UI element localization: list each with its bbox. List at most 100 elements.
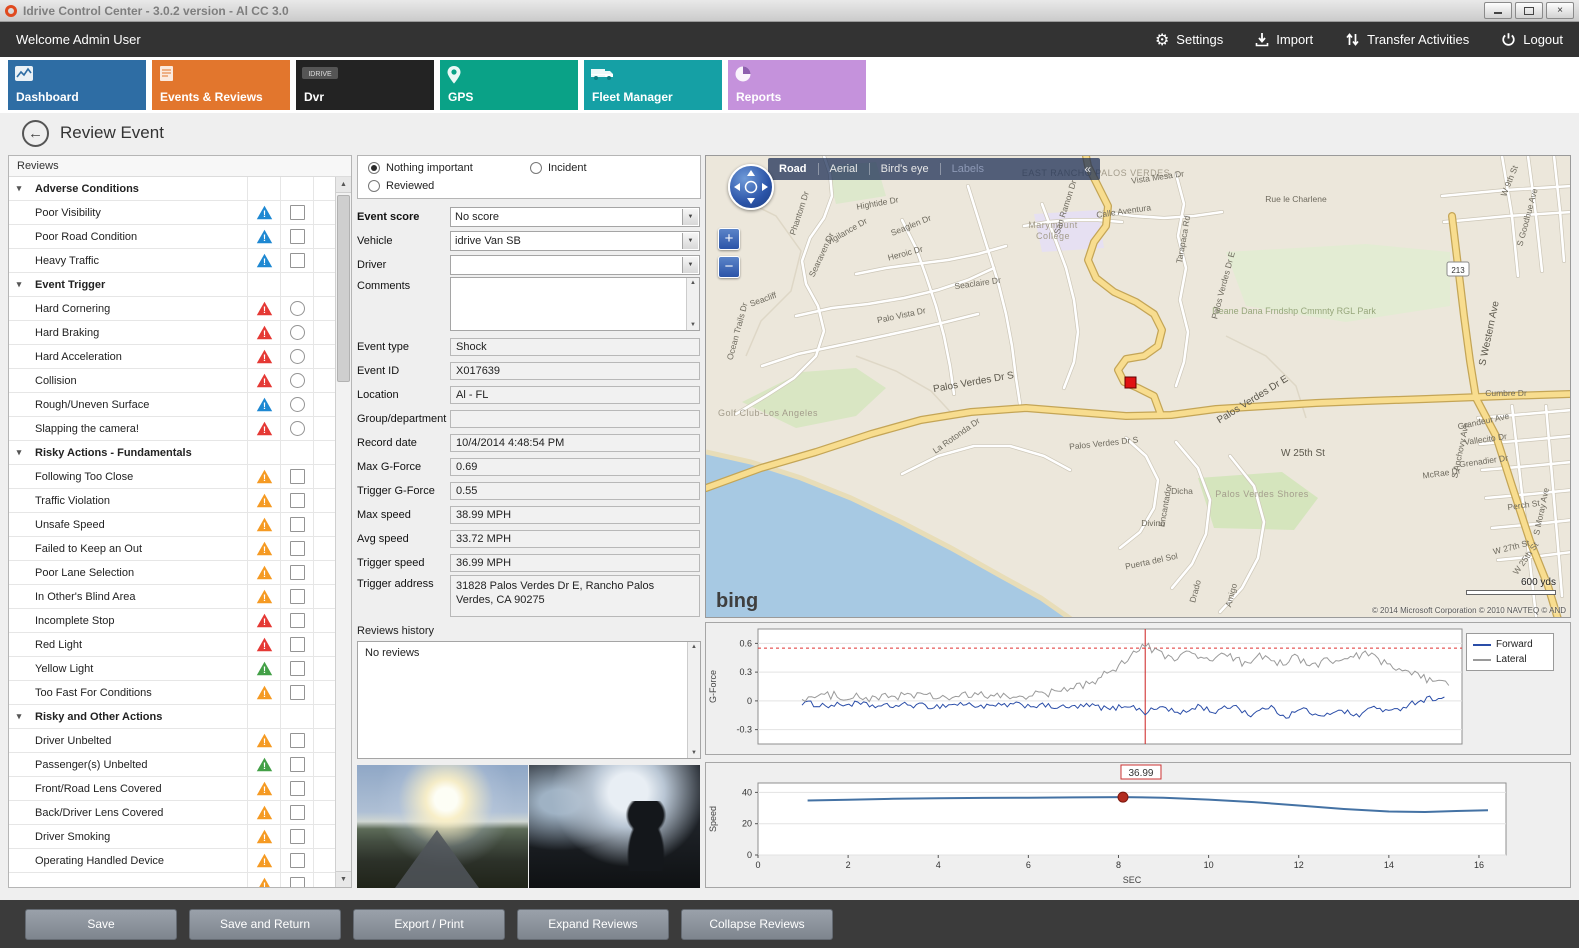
back-button[interactable]: ← xyxy=(22,120,49,147)
settings-button[interactable]: ⚙Settings xyxy=(1155,32,1223,48)
review-checkbox[interactable] xyxy=(290,253,305,268)
review-item[interactable]: Operating Handled Device! xyxy=(9,849,335,873)
review-checkbox[interactable] xyxy=(290,205,305,220)
event-score-select[interactable]: No score▼ xyxy=(450,207,700,227)
close-button[interactable]: × xyxy=(1546,2,1574,19)
review-item[interactable]: Following Too Close! xyxy=(9,465,335,489)
review-checkbox[interactable] xyxy=(290,469,305,484)
review-item[interactable]: Poor Road Condition! xyxy=(9,225,335,249)
review-checkbox[interactable] xyxy=(290,829,305,844)
review-group[interactable]: ▾Event Trigger xyxy=(9,273,335,297)
maximize-button[interactable] xyxy=(1515,2,1543,19)
review-checkbox[interactable] xyxy=(290,565,305,580)
scroll-down-icon[interactable]: ▼ xyxy=(336,871,351,887)
map-compass-control[interactable] xyxy=(728,164,774,210)
review-item[interactable]: Driver Unbelted! xyxy=(9,729,335,753)
review-item[interactable]: Red Light! xyxy=(9,633,335,657)
review-item[interactable]: Front/Road Lens Covered! xyxy=(9,777,335,801)
map-canvas[interactable]: EAST RANCHO PALOS VERDESMarymountCollege… xyxy=(706,156,1571,618)
review-item[interactable]: Incomplete Stop! xyxy=(9,609,335,633)
review-item[interactable]: Slapping the camera!! xyxy=(9,417,335,441)
review-item[interactable]: Poor Visibility! xyxy=(9,201,335,225)
logout-button[interactable]: Logout xyxy=(1501,32,1563,47)
history-scrollbar[interactable]: ▲▼ xyxy=(687,642,700,758)
review-item[interactable]: Back/Driver Lens Covered! xyxy=(9,801,335,825)
driver-select[interactable]: ▼ xyxy=(450,255,700,275)
scrollbar-thumb[interactable] xyxy=(337,195,350,382)
review-item[interactable]: ! xyxy=(9,873,335,887)
save-and-return-button[interactable]: Save and Return xyxy=(189,909,341,940)
review-checkbox[interactable] xyxy=(290,853,305,868)
chevron-down-icon[interactable]: ▼ xyxy=(682,233,698,249)
review-checkbox[interactable] xyxy=(290,517,305,532)
front-camera-thumbnail[interactable] xyxy=(357,765,528,888)
chevron-down-icon[interactable]: ▾ xyxy=(9,447,29,458)
zoom-out-button[interactable]: − xyxy=(718,256,740,278)
import-button[interactable]: Import xyxy=(1255,32,1313,47)
review-checkbox[interactable] xyxy=(290,685,305,700)
review-item[interactable]: In Other's Blind Area! xyxy=(9,585,335,609)
review-radio[interactable] xyxy=(290,349,305,364)
transfer-activities-button[interactable]: Transfer Activities xyxy=(1345,32,1469,47)
review-item[interactable]: Unsafe Speed! xyxy=(9,513,335,537)
review-item[interactable]: Poor Lane Selection! xyxy=(9,561,335,585)
review-checkbox[interactable] xyxy=(290,541,305,556)
review-item[interactable]: Hard Braking! xyxy=(9,321,335,345)
collapse-reviews-button[interactable]: Collapse Reviews xyxy=(681,909,833,940)
tab-dashboard[interactable]: Dashboard xyxy=(8,60,146,110)
driver-camera-thumbnail[interactable] xyxy=(529,765,700,888)
scroll-up-icon[interactable]: ▲ xyxy=(336,177,351,193)
tab-dvr[interactable]: IDRIVEDvr xyxy=(296,60,434,110)
minimize-button[interactable] xyxy=(1484,2,1512,19)
export-print-button[interactable]: Export / Print xyxy=(353,909,505,940)
comments-textarea[interactable]: ▲▼ xyxy=(450,277,700,331)
expand-reviews-button[interactable]: Expand Reviews xyxy=(517,909,669,940)
chevron-down-icon[interactable]: ▼ xyxy=(682,257,698,273)
collapse-map-menu-button[interactable]: « xyxy=(1075,162,1100,176)
review-radio[interactable] xyxy=(290,301,305,316)
review-item[interactable]: Rough/Uneven Surface! xyxy=(9,393,335,417)
tab-reports[interactable]: Reports xyxy=(728,60,866,110)
review-checkbox[interactable] xyxy=(290,733,305,748)
review-checkbox[interactable] xyxy=(290,661,305,676)
review-item[interactable]: Failed to Keep an Out! xyxy=(9,537,335,561)
nothing-important-radio[interactable]: Nothing important xyxy=(368,162,530,174)
review-checkbox[interactable] xyxy=(290,805,305,820)
review-item[interactable]: Collision! xyxy=(9,369,335,393)
map[interactable]: EAST RANCHO PALOS VERDESMarymountCollege… xyxy=(705,155,1571,618)
review-group[interactable]: ▾Risky and Other Actions xyxy=(9,705,335,729)
tab-events[interactable]: Events & Reviews xyxy=(152,60,290,110)
review-checkbox[interactable] xyxy=(290,493,305,508)
reviewed-radio[interactable]: Reviewed xyxy=(368,180,530,192)
review-checkbox[interactable] xyxy=(290,877,305,887)
map-view-aerial[interactable]: Aerial xyxy=(819,163,869,175)
map-view-bird-s-eye[interactable]: Bird's eye xyxy=(870,163,940,175)
review-item[interactable]: Hard Cornering! xyxy=(9,297,335,321)
map-view-road[interactable]: Road xyxy=(768,163,818,175)
chevron-down-icon[interactable]: ▾ xyxy=(9,279,29,290)
review-radio[interactable] xyxy=(290,397,305,412)
review-group[interactable]: ▾Adverse Conditions xyxy=(9,177,335,201)
chevron-down-icon[interactable]: ▾ xyxy=(9,183,29,194)
chevron-down-icon[interactable]: ▼ xyxy=(682,209,698,225)
chevron-down-icon[interactable]: ▾ xyxy=(9,711,29,722)
review-item[interactable]: Too Fast For Conditions! xyxy=(9,681,335,705)
event-location-marker[interactable] xyxy=(1125,377,1136,388)
review-radio[interactable] xyxy=(290,325,305,340)
review-checkbox[interactable] xyxy=(290,781,305,796)
review-item[interactable]: Hard Acceleration! xyxy=(9,345,335,369)
vehicle-select[interactable]: idrive Van SB▼ xyxy=(450,231,700,251)
review-item[interactable]: Driver Smoking! xyxy=(9,825,335,849)
review-checkbox[interactable] xyxy=(290,613,305,628)
review-item[interactable]: Yellow Light! xyxy=(9,657,335,681)
review-group[interactable]: ▾Risky Actions - Fundamentals xyxy=(9,441,335,465)
review-checkbox[interactable] xyxy=(290,229,305,244)
review-radio[interactable] xyxy=(290,373,305,388)
review-radio[interactable] xyxy=(290,421,305,436)
review-checkbox[interactable] xyxy=(290,637,305,652)
tab-gps[interactable]: GPS xyxy=(440,60,578,110)
reviews-history-box[interactable]: No reviews ▲▼ xyxy=(357,641,701,759)
incident-radio[interactable]: Incident xyxy=(530,162,690,174)
review-item[interactable]: Passenger(s) Unbelted! xyxy=(9,753,335,777)
zoom-in-button[interactable]: + xyxy=(718,228,740,250)
